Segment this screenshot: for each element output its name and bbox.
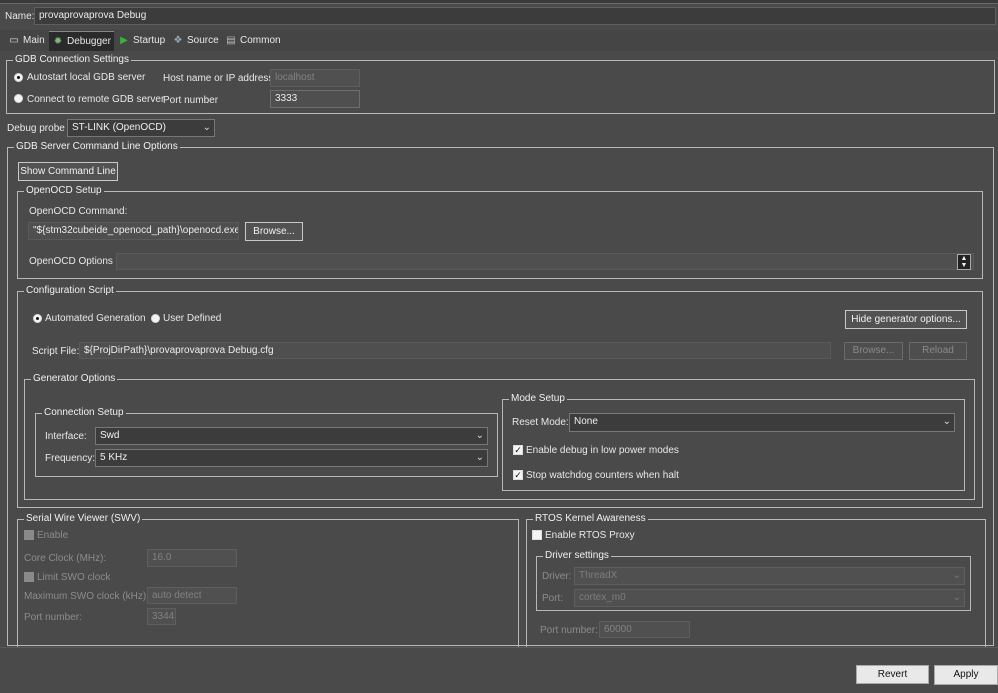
debug-probe-value: ST-LINK (OpenOCD)	[72, 122, 166, 133]
openocd-browse-button[interactable]: Browse...	[245, 222, 303, 241]
play-icon: ▶	[120, 35, 128, 46]
openocd-options-label: OpenOCD Options :	[29, 256, 119, 267]
swv-port-label: Port number:	[24, 612, 82, 623]
script-file-input[interactable]: ${ProjDirPath}\provaprovaprova Debug.cfg	[79, 342, 831, 359]
chevron-down-icon: ⌄	[475, 452, 484, 463]
frequency-label: Frequency:	[45, 453, 96, 464]
driver-port-value: cortex_m0	[579, 592, 626, 603]
automated-generation-radio[interactable]	[33, 314, 42, 323]
tab-source[interactable]: ❖ Source	[172, 31, 219, 50]
autostart-label: Autostart local GDB server	[27, 72, 146, 83]
frequency-value: 5 KHz	[100, 452, 128, 463]
limit-swo-checkbox[interactable]	[24, 572, 34, 582]
swv-group: Serial Wire Viewer (SWV)	[17, 513, 519, 659]
chevron-down-icon: ⌄	[202, 122, 211, 133]
generator-options-legend: Generator Options	[31, 373, 118, 385]
config-name-field[interactable]: provaprovaprova Debug	[34, 7, 996, 25]
automated-generation-label: Automated Generation	[45, 313, 146, 324]
tab-startup[interactable]: ▶ Startup	[118, 31, 165, 50]
gdb-server-legend: GDB Server Command Line Options	[14, 141, 180, 153]
driver-select[interactable]: ThreadX ⌄	[574, 567, 965, 585]
reload-button[interactable]: Reload	[909, 342, 967, 360]
driver-value: ThreadX	[579, 570, 618, 581]
host-label: Host name or IP address	[163, 73, 274, 84]
chevron-down-icon: ⌄	[952, 570, 961, 581]
source-icon: ❖	[173, 35, 183, 46]
common-icon: ▤	[226, 35, 236, 46]
tab-common[interactable]: ▤ Common	[225, 31, 280, 50]
remote-label: Connect to remote GDB server	[27, 94, 165, 105]
bug-icon: ✹	[53, 36, 63, 47]
interface-value: Swd	[100, 430, 120, 441]
user-defined-label: User Defined	[163, 313, 222, 324]
rtos-port-number-input[interactable]: 60000	[599, 621, 690, 638]
low-power-checkbox[interactable]: ✓	[513, 445, 523, 455]
swv-enable-checkbox[interactable]	[24, 530, 34, 540]
configuration-script-legend: Configuration Script	[24, 285, 116, 297]
driver-port-select[interactable]: cortex_m0 ⌄	[574, 589, 965, 607]
debug-probe-label: Debug probe	[7, 123, 65, 134]
spinner-icon[interactable]: ▲ ▼	[957, 254, 971, 270]
script-file-label: Script File:	[32, 346, 80, 357]
core-clock-label: Core Clock (MHz):	[24, 553, 107, 564]
rtos-legend: RTOS Kernel Awareness	[533, 513, 648, 525]
openocd-command-input[interactable]: "${stm32cubeide_openocd_path}\openocd.ex…	[28, 222, 239, 240]
script-browse-button[interactable]: Browse...	[844, 342, 903, 360]
top-divider	[0, 3, 998, 4]
limit-swo-label: Limit SWO clock	[37, 572, 111, 583]
debug-probe-select[interactable]: ST-LINK (OpenOCD) ⌄	[67, 119, 215, 137]
max-swo-input[interactable]: auto detect	[147, 587, 237, 604]
driver-settings-legend: Driver settings	[543, 550, 611, 562]
footer-bar	[0, 647, 998, 693]
rtos-port-number-label: Port number:	[540, 625, 598, 636]
tab-main[interactable]: ▭ Main	[8, 31, 44, 50]
watchdog-label: Stop watchdog counters when halt	[526, 470, 679, 481]
frequency-select[interactable]: 5 KHz ⌄	[95, 449, 488, 467]
driver-port-label: Port:	[542, 593, 564, 604]
swv-legend: Serial Wire Viewer (SWV)	[24, 513, 143, 525]
port-input[interactable]: 3333	[270, 90, 360, 108]
tab-debugger[interactable]: ✹ Debugger	[49, 31, 114, 51]
chevron-down-icon: ⌄	[475, 430, 484, 441]
max-swo-label: Maximum SWO clock (kHz):	[24, 591, 149, 602]
reset-mode-label: Reset Mode:	[512, 417, 569, 428]
openocd-options-input[interactable]	[116, 253, 974, 270]
chevron-down-icon: ⌄	[952, 592, 961, 603]
connection-setup-legend: Connection Setup	[42, 407, 126, 419]
openocd-setup-legend: OpenOCD Setup	[24, 185, 104, 197]
interface-select[interactable]: Swd ⌄	[95, 427, 488, 445]
name-label: Name:	[5, 11, 35, 22]
user-defined-radio[interactable]	[151, 314, 160, 323]
reset-mode-value: None	[574, 416, 598, 427]
chevron-down-icon: ⌄	[942, 416, 951, 427]
remote-radio[interactable]	[14, 94, 23, 103]
driver-label: Driver:	[542, 571, 572, 582]
watchdog-checkbox[interactable]: ✓	[513, 470, 523, 480]
apply-button[interactable]: Apply	[934, 665, 998, 685]
core-clock-input[interactable]: 16.0	[147, 549, 237, 567]
interface-label: Interface:	[45, 431, 87, 442]
openocd-command-label: OpenOCD Command:	[29, 206, 128, 217]
rtos-enable-checkbox[interactable]	[532, 530, 542, 540]
host-input[interactable]: localhost	[270, 69, 360, 87]
hide-generator-options-button[interactable]: Hide generator options...	[845, 310, 967, 329]
show-command-line-button[interactable]: Show Command Line	[18, 162, 118, 181]
connection-setup-group: Connection Setup	[35, 407, 498, 477]
port-label: Port number	[163, 95, 219, 106]
revert-button[interactable]: Revert	[856, 665, 929, 684]
swv-port-input[interactable]: 3344	[147, 608, 176, 625]
autostart-radio[interactable]	[14, 73, 23, 82]
swv-enable-label: Enable	[37, 530, 69, 541]
reset-mode-select[interactable]: None ⌄	[569, 413, 955, 432]
rtos-enable-label: Enable RTOS Proxy	[545, 530, 635, 541]
mode-setup-legend: Mode Setup	[509, 393, 567, 405]
gdb-connection-legend: GDB Connection Settings	[13, 54, 131, 66]
low-power-label: Enable debug in low power modes	[526, 445, 679, 456]
document-icon: ▭	[9, 35, 19, 46]
